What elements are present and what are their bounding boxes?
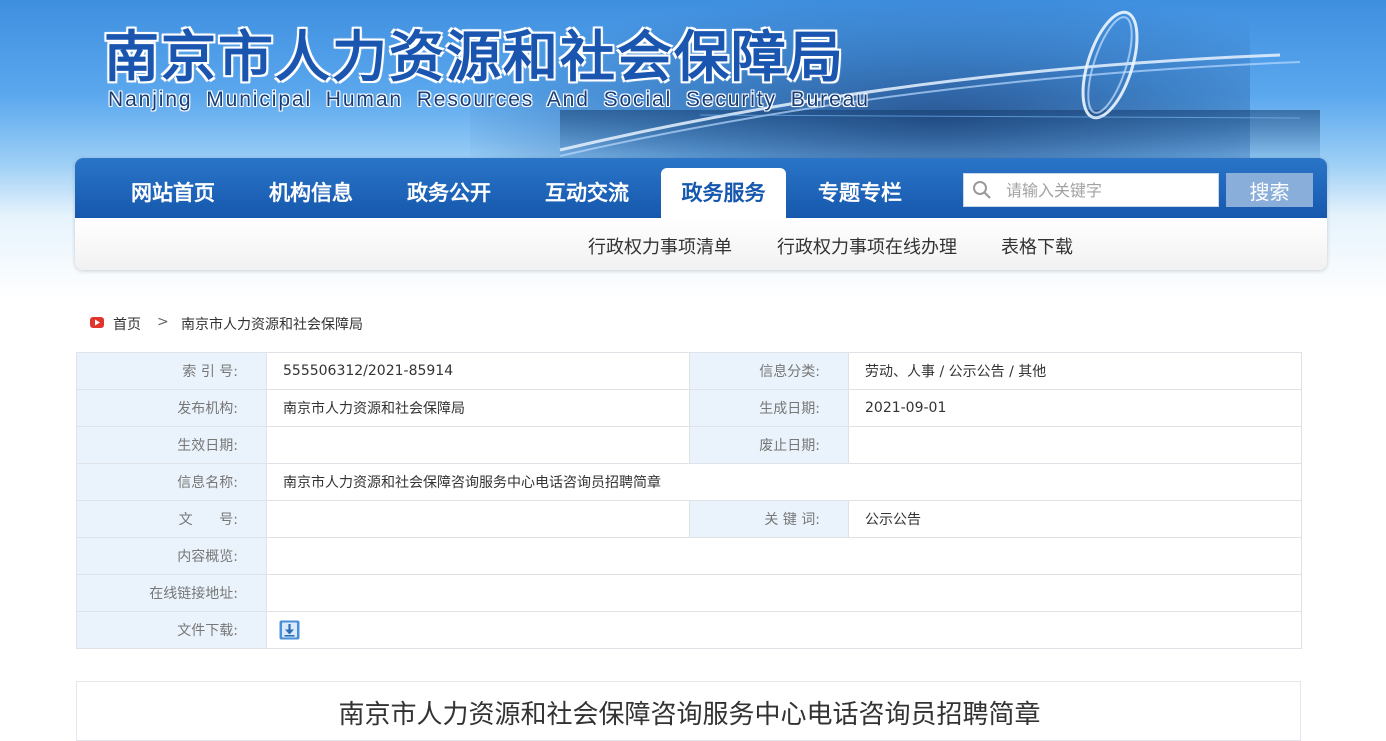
table-row: 发布机构: 南京市人力资源和社会保障局 生成日期: 2021-09-01 bbox=[76, 389, 1302, 427]
table-row: 信息名称: 南京市人力资源和社会保障咨询服务中心电话咨询员招聘简章 bbox=[76, 463, 1302, 501]
home-icon bbox=[90, 317, 104, 328]
table-row: 生效日期: 废止日期: bbox=[76, 426, 1302, 464]
created-date-value: 2021-09-01 bbox=[848, 389, 1302, 427]
document-info-table: 索 引 号: 555506312/2021-85914 信息分类: 劳动、人事 … bbox=[76, 352, 1302, 649]
index-number-label: 索 引 号: bbox=[76, 352, 267, 390]
online-link-label: 在线链接地址: bbox=[76, 574, 267, 612]
subnav-item-form-download[interactable]: 表格下载 bbox=[1001, 233, 1073, 259]
keywords-label: 关 键 词: bbox=[689, 500, 849, 538]
category-label: 信息分类: bbox=[689, 352, 849, 390]
keywords-value: 公示公告 bbox=[848, 500, 1302, 538]
download-icon[interactable] bbox=[279, 620, 300, 640]
search-icon bbox=[973, 181, 991, 199]
category-value: 劳动、人事 / 公示公告 / 其他 bbox=[848, 352, 1302, 390]
effective-date-label: 生效日期: bbox=[76, 426, 267, 464]
nav-item-government-affairs[interactable]: 政务公开 bbox=[384, 168, 514, 218]
index-number-value: 555506312/2021-85914 bbox=[266, 352, 690, 390]
nav-bar: 网站首页 机构信息 政务公开 互动交流 政务服务 专题专栏 搜索 bbox=[75, 158, 1327, 218]
publisher-value: 南京市人力资源和社会保障局 bbox=[266, 389, 690, 427]
file-download-label: 文件下载: bbox=[76, 611, 267, 649]
nav-item-organization[interactable]: 机构信息 bbox=[246, 168, 376, 218]
table-row: 内容概览: bbox=[76, 537, 1302, 575]
summary-label: 内容概览: bbox=[76, 537, 267, 575]
effective-date-value bbox=[266, 426, 690, 464]
main-navigation: 网站首页 机构信息 政务公开 互动交流 政务服务 专题专栏 搜索 行政权力事项清… bbox=[75, 158, 1327, 270]
subnav-item-online-handling[interactable]: 行政权力事项在线办理 bbox=[777, 233, 957, 259]
subnav-item-power-list[interactable]: 行政权力事项清单 bbox=[588, 233, 732, 259]
site-title: 南京市人力资源和社会保障局 bbox=[104, 24, 846, 89]
document-number-label: 文 号: bbox=[76, 500, 267, 538]
nav-item-government-services[interactable]: 政务服务 bbox=[661, 168, 786, 218]
table-row: 索 引 号: 555506312/2021-85914 信息分类: 劳动、人事 … bbox=[76, 352, 1302, 390]
nav-item-home[interactable]: 网站首页 bbox=[108, 168, 238, 218]
article-container: 南京市人力资源和社会保障咨询服务中心电话咨询员招聘简章 bbox=[76, 681, 1301, 741]
search-input[interactable] bbox=[1006, 174, 1211, 206]
search-button[interactable]: 搜索 bbox=[1226, 173, 1313, 207]
breadcrumb-current[interactable]: 南京市人力资源和社会保障局 bbox=[181, 314, 363, 334]
publisher-label: 发布机构: bbox=[76, 389, 267, 427]
nav-item-interaction[interactable]: 互动交流 bbox=[522, 168, 652, 218]
table-row: 在线链接地址: bbox=[76, 574, 1302, 612]
document-number-value bbox=[266, 500, 690, 538]
info-name-value: 南京市人力资源和社会保障咨询服务中心电话咨询员招聘简章 bbox=[266, 463, 1302, 501]
breadcrumb-home[interactable]: 首页 bbox=[113, 314, 141, 334]
created-date-label: 生成日期: bbox=[689, 389, 849, 427]
info-name-label: 信息名称: bbox=[76, 463, 267, 501]
nav-item-special-topics[interactable]: 专题专栏 bbox=[795, 168, 925, 218]
abolish-date-value bbox=[848, 426, 1302, 464]
online-link-value bbox=[266, 574, 1302, 612]
summary-value bbox=[266, 537, 1302, 575]
file-download-cell bbox=[266, 611, 1302, 649]
sub-navigation: 行政权力事项清单 行政权力事项在线办理 表格下载 bbox=[75, 218, 1327, 270]
table-row: 文件下载: bbox=[76, 611, 1302, 649]
site-title-english: Nanjing Municipal Human Resources And So… bbox=[108, 88, 870, 111]
table-row: 文 号: 关 键 词: 公示公告 bbox=[76, 500, 1302, 538]
article-title: 南京市人力资源和社会保障咨询服务中心电话咨询员招聘简章 bbox=[338, 700, 1041, 730]
search-box bbox=[963, 173, 1219, 207]
abolish-date-label: 废止日期: bbox=[689, 426, 849, 464]
breadcrumb-separator: > bbox=[157, 314, 169, 330]
